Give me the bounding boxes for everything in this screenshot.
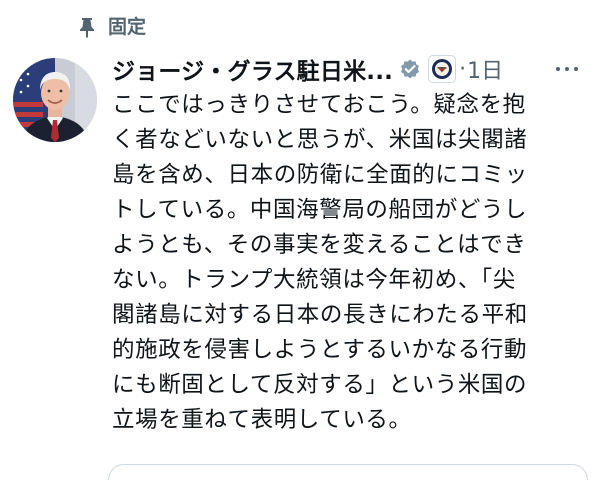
tweet-text: ここではっきりさせておこう。疑念を抱 く者などいないと思うが、米国は尖閣諸 島を…	[112, 88, 592, 438]
tweet-line: 島を含め、日本の防衛に全面的にコミッ	[112, 162, 528, 188]
tweet-line: ここではっきりさせておこう。疑念を抱	[112, 92, 526, 118]
embedded-card[interactable]	[108, 464, 588, 480]
tweet-line: 立場を重ねて表明している。	[112, 407, 412, 433]
avatar[interactable]	[13, 58, 97, 142]
tweet-line: ようとも、その事実を変えることはでき	[112, 232, 527, 258]
us-state-department-seal-icon[interactable]	[428, 55, 457, 83]
tweet-line: にも断固として反対する」という米国の	[112, 372, 528, 398]
verified-badge-icon[interactable]	[399, 58, 421, 80]
header-separator: ·	[459, 56, 467, 82]
author-display-name[interactable]: ジョージ・グラス駐日米...	[112, 52, 393, 86]
more-options-icon[interactable]	[556, 59, 578, 79]
tweet-line: く者などいないと思うが、米国は尖閣諸	[112, 127, 528, 153]
pin-icon	[80, 18, 94, 38]
post-timestamp[interactable]: 1日	[467, 53, 503, 85]
tweet-line: ない。トランプ大統領は今年初め、「尖	[112, 267, 516, 293]
tweet-line: 閣諸島に対する日本の長きにわたる平和	[112, 302, 528, 328]
post-header: ジョージ・グラス駐日米... · 1日	[112, 52, 586, 86]
pinned-indicator: 固定	[76, 14, 146, 40]
tweet-line: 的施政を侵害しようとするいかなる行動	[112, 337, 528, 363]
pinned-label: 固定	[108, 16, 147, 38]
pinned-post[interactable]: 固定 ジョージ・グラス駐日米... · 1日 ここではっきりさせておこう。疑念を…	[0, 0, 597, 480]
tweet-line: トしている。中国海警局の船団がどうし	[112, 197, 528, 223]
